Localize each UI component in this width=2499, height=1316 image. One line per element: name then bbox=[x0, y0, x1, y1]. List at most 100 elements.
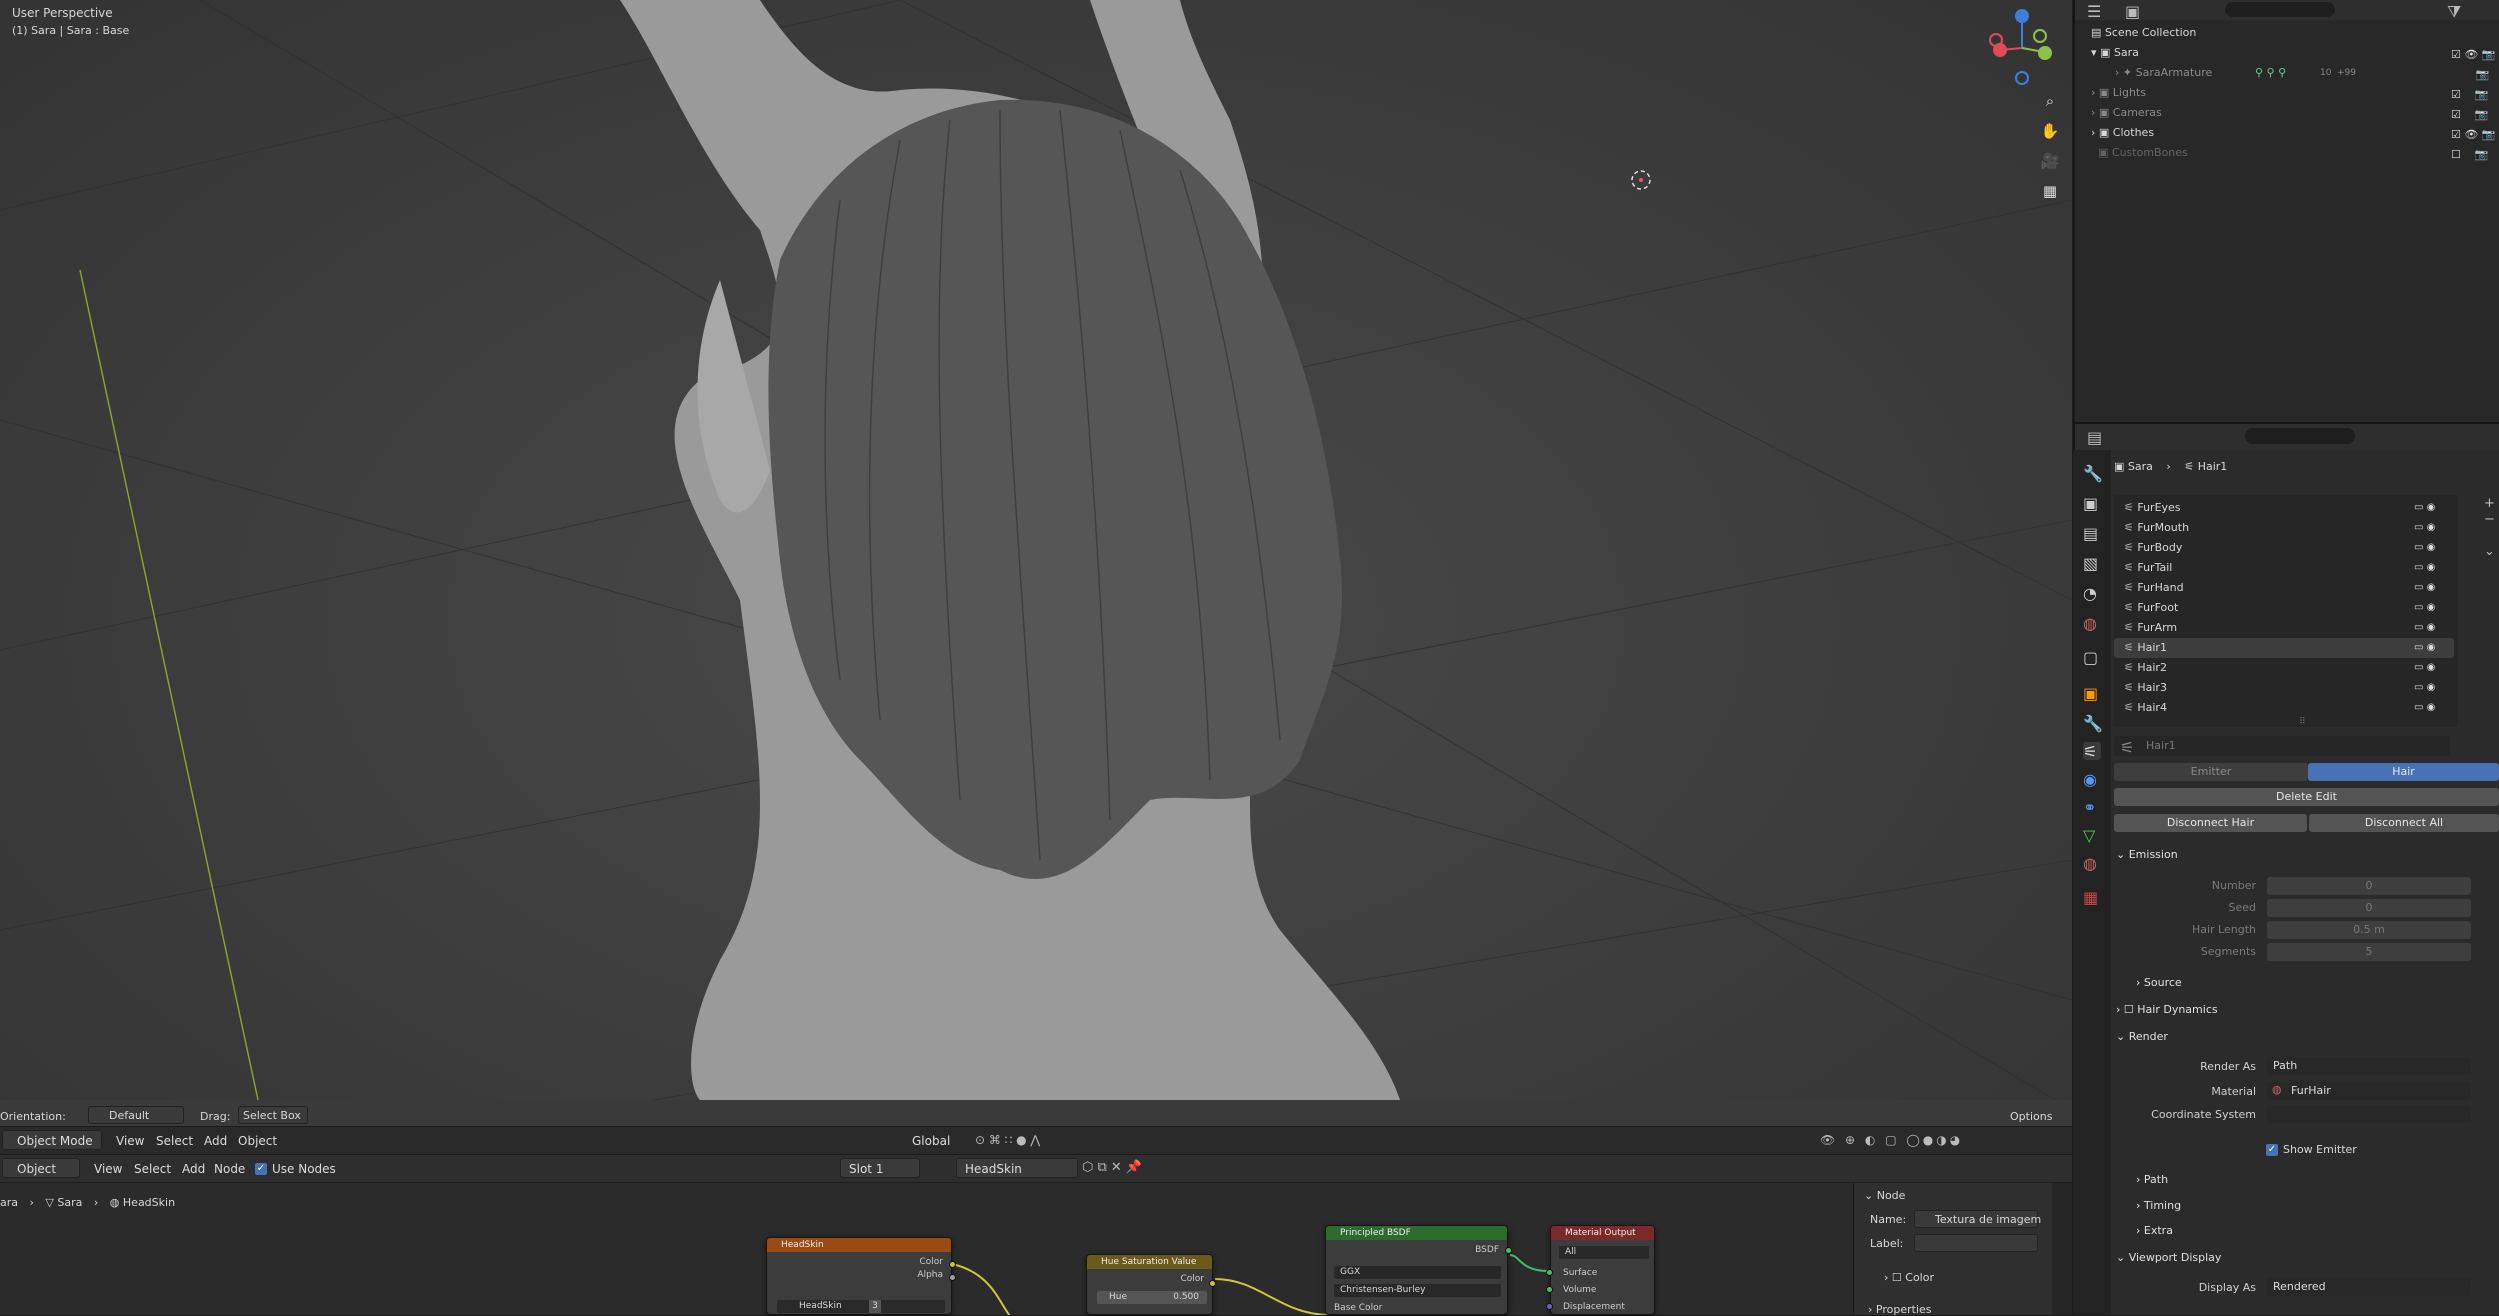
shading-icons[interactable]: 👁 ⊕ ◐ ▢ ◯●◑◕ bbox=[1820, 1133, 2070, 1149]
visibility-icons[interactable]: ▭ ◉ bbox=[2414, 678, 2435, 698]
particle-system-item[interactable]: ⚟ FurMouth ▭ ◉ bbox=[2114, 518, 2454, 538]
output-tab-icon[interactable]: ▤ bbox=[2083, 524, 2101, 543]
material-actions-icons[interactable]: ⬡ ⧉ ✕ 📌 bbox=[1082, 1160, 1142, 1175]
physics-tab-icon[interactable]: ◉ bbox=[2083, 770, 2101, 789]
distribution-dropdown[interactable]: GGX bbox=[1334, 1266, 1501, 1279]
particles-tab-icon[interactable]: ⚟ bbox=[2083, 742, 2101, 761]
target-dropdown[interactable]: All bbox=[1559, 1246, 1649, 1259]
socket[interactable] bbox=[1546, 1303, 1553, 1310]
snapping-icons[interactable]: ⊙ ⌘ ∷ ● ⋀ bbox=[975, 1133, 1085, 1149]
particle-settings-field[interactable]: Hair1 bbox=[2114, 736, 2450, 756]
hair-length-field[interactable]: 0.5 m bbox=[2267, 921, 2471, 939]
data-tab-icon[interactable]: ▽ bbox=[2083, 826, 2101, 845]
principled-bsdf-node[interactable]: Principled BSDF BSDF GGX Christensen-Bur… bbox=[1325, 1225, 1508, 1315]
tool-tab-icon[interactable]: 🔧 bbox=[2083, 464, 2103, 483]
visibility-icons[interactable]: ▭ ◉ bbox=[2414, 538, 2435, 558]
editor-type-dropdown[interactable]: Object bbox=[2, 1158, 80, 1178]
number-field[interactable]: 0 bbox=[2267, 877, 2471, 895]
particle-system-item[interactable]: ⚟ Hair4 ▭ ◉ bbox=[2114, 698, 2454, 718]
render-as-dropdown[interactable]: Path bbox=[2267, 1057, 2471, 1075]
outliner-item-lights[interactable]: › ▣ Lights bbox=[2075, 83, 2499, 103]
visibility-icons[interactable]: ▭ ◉ bbox=[2414, 638, 2435, 658]
scene-tab-icon[interactable]: ◔ bbox=[2083, 584, 2101, 603]
source-subpanel[interactable]: › Source bbox=[2136, 976, 2182, 989]
filter-view-icon[interactable]: ▣ bbox=[2125, 2, 2140, 21]
timing-subpanel[interactable]: › Timing bbox=[2136, 1199, 2181, 1212]
path-subpanel[interactable]: › Path bbox=[2136, 1173, 2168, 1186]
segments-field[interactable]: 5 bbox=[2267, 943, 2471, 961]
orientation-dropdown[interactable]: Default bbox=[88, 1106, 184, 1124]
visibility-icons[interactable]: ▭ ◉ bbox=[2414, 658, 2435, 678]
menu-select[interactable]: Select bbox=[148, 1131, 201, 1151]
node-name-field[interactable]: Textura de imagem bbox=[1914, 1210, 2041, 1228]
hsv-node[interactable]: Hue Saturation Value Color Hue 0.500 bbox=[1086, 1254, 1213, 1315]
visibility-icons[interactable]: ▭ ◉ bbox=[2414, 698, 2435, 718]
outliner[interactable]: ☰ ▣ ⧩ ▤ Scene Collection ▾ ▣ Sara › ✦ Sa… bbox=[2073, 0, 2499, 422]
delete-edit-button[interactable]: Delete Edit bbox=[2114, 788, 2499, 806]
disconnect-all-button[interactable]: Disconnect All bbox=[2309, 814, 2499, 832]
disconnect-hair-button[interactable]: Disconnect Hair bbox=[2114, 814, 2307, 832]
show-emitter-checkbox[interactable]: ✓ bbox=[2266, 1144, 2278, 1156]
texture-tab-icon[interactable]: ▦ bbox=[2083, 888, 2101, 907]
socket[interactable] bbox=[949, 1261, 956, 1268]
filter-icon[interactable]: ⧩ bbox=[2447, 2, 2461, 22]
socket[interactable] bbox=[1546, 1269, 1553, 1276]
display-mode-icon[interactable]: ☰ bbox=[2087, 2, 2101, 21]
particle-system-item[interactable]: ⚟ FurEyes ▭ ◉ bbox=[2114, 498, 2454, 518]
constraints-tab-icon[interactable]: ⚭ bbox=[2083, 798, 2101, 817]
subsurface-method-dropdown[interactable]: Christensen-Burley bbox=[1334, 1284, 1501, 1297]
object-tab-icon[interactable]: ▣ bbox=[2083, 684, 2101, 703]
visibility-icons[interactable]: ▭ ◉ bbox=[2414, 558, 2435, 578]
type-emitter-tab[interactable]: Emitter bbox=[2114, 763, 2308, 781]
options-menu[interactable]: Options bbox=[2010, 1110, 2052, 1123]
3d-viewport[interactable]: User Perspective (1) Sara | Sara : Base … bbox=[0, 0, 2072, 1126]
viewport-display-panel-header[interactable]: ⌄ Viewport Display bbox=[2116, 1251, 2221, 1264]
visibility-icons[interactable]: ▭ ◉ bbox=[2414, 498, 2435, 518]
node-label-field[interactable] bbox=[1914, 1234, 2038, 1252]
mode-dropdown[interactable]: Object Mode bbox=[2, 1130, 102, 1150]
material-tab-icon[interactable]: ◍ bbox=[2083, 854, 2101, 873]
collection-tab-icon[interactable]: ▢ bbox=[2083, 648, 2101, 667]
visibility-icons[interactable]: ▭ ◉ bbox=[2414, 578, 2435, 598]
visibility-icons[interactable]: ▭ ◉ bbox=[2414, 598, 2435, 618]
particle-system-item[interactable]: ⚟ Hair3 ▭ ◉ bbox=[2114, 678, 2454, 698]
outliner-item-custombones[interactable]: ▣ CustomBones bbox=[2075, 143, 2499, 163]
material-dropdown[interactable]: FurHair bbox=[2267, 1082, 2471, 1100]
particle-system-item[interactable]: ⚟ Hair2 ▭ ◉ bbox=[2114, 658, 2454, 678]
color-subpanel[interactable]: › ☐ Color bbox=[1884, 1271, 1934, 1284]
display-as-dropdown[interactable]: Rendered bbox=[2267, 1278, 2471, 1296]
view-layer-tab-icon[interactable]: ▧ bbox=[2083, 554, 2101, 573]
outliner-item-cameras[interactable]: › ▣ Cameras bbox=[2075, 103, 2499, 123]
slot-dropdown[interactable]: Slot 1 bbox=[840, 1158, 920, 1178]
hue-slider[interactable]: Hue 0.500 bbox=[1097, 1291, 1207, 1304]
transform-orientation-dropdown[interactable]: Global bbox=[892, 1131, 958, 1151]
outliner-item-armature[interactable]: › ✦ SaraArmature ⚲ ⚲ ⚲ 10 +99 bbox=[2075, 63, 2499, 83]
material-output-node[interactable]: Material Output All Surface Volume Displ… bbox=[1550, 1225, 1655, 1315]
editor-type-icon[interactable]: ▤ bbox=[2087, 428, 2102, 447]
ne-menu-select[interactable]: Select bbox=[126, 1159, 179, 1179]
node-section-header[interactable]: ⌄ Node bbox=[1864, 1189, 1905, 1202]
image-datablock[interactable]: HeadSkin bbox=[777, 1300, 945, 1313]
list-side-buttons[interactable]: + − ⌄ bbox=[2484, 496, 2495, 560]
visibility-toggles[interactable]: ☑ 👁 📷 📷 ☑ 📷 ☑ 📷 ☑ 👁 📷 ☐ 📷 bbox=[2451, 45, 2496, 165]
world-tab-icon[interactable]: ◍ bbox=[2083, 614, 2101, 633]
particle-system-item[interactable]: ⚟ FurHand ▭ ◉ bbox=[2114, 578, 2454, 598]
outliner-item-clothes[interactable]: › ▣ Clothes bbox=[2075, 123, 2499, 143]
socket[interactable] bbox=[1209, 1280, 1216, 1287]
list-resize-handle[interactable]: ⠿ bbox=[2299, 717, 2306, 727]
visibility-icons[interactable]: ▭ ◉ bbox=[2414, 618, 2435, 638]
grid-view-icon[interactable]: ▦ bbox=[2040, 182, 2060, 202]
ne-menu-node[interactable]: Node bbox=[206, 1159, 253, 1179]
particle-system-item[interactable]: ⚟ FurTail ▭ ◉ bbox=[2114, 558, 2454, 578]
hair-dynamics-panel[interactable]: › ☐ Hair Dynamics bbox=[2116, 1003, 2218, 1016]
sidebar-tabs[interactable] bbox=[2052, 1183, 2072, 1315]
properties-search-input[interactable] bbox=[2245, 428, 2355, 444]
seed-field[interactable]: 0 bbox=[2267, 899, 2471, 917]
outliner-root[interactable]: ▤ Scene Collection bbox=[2075, 23, 2499, 43]
material-name-field[interactable]: HeadSkin bbox=[956, 1158, 1078, 1178]
type-hair-tab[interactable]: Hair bbox=[2308, 763, 2499, 781]
outliner-item-sara[interactable]: ▾ ▣ Sara bbox=[2075, 43, 2499, 63]
emission-panel-header[interactable]: ⌄ Emission bbox=[2116, 848, 2178, 861]
visibility-icons[interactable]: ▭ ◉ bbox=[2414, 518, 2435, 538]
outliner-search-input[interactable] bbox=[2225, 2, 2335, 17]
